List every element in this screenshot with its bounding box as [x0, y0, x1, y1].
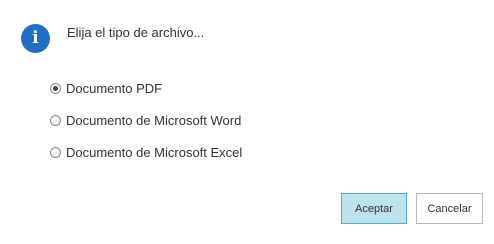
option-pdf-label: Documento PDF	[66, 80, 163, 96]
file-type-options: Documento PDF Documento de Microsoft Wor…	[50, 79, 242, 175]
radio-word[interactable]	[50, 114, 61, 126]
file-type-dialog: i Elija el tipo de archivo... Documento …	[0, 0, 494, 244]
option-excel-label: Documento de Microsoft Excel	[66, 144, 243, 160]
option-excel[interactable]: Documento de Microsoft Excel	[50, 143, 242, 161]
cancel-button[interactable]: Cancelar	[416, 193, 483, 224]
accept-button[interactable]: Aceptar	[341, 193, 407, 224]
option-pdf[interactable]: Documento PDF	[50, 79, 242, 97]
radio-pdf[interactable]	[50, 82, 61, 94]
option-word-label: Documento de Microsoft Word	[66, 112, 242, 128]
info-icon: i	[21, 24, 50, 53]
option-word[interactable]: Documento de Microsoft Word	[50, 111, 242, 129]
dialog-message: Elija el tipo de archivo...	[67, 25, 205, 40]
radio-excel[interactable]	[50, 146, 61, 158]
